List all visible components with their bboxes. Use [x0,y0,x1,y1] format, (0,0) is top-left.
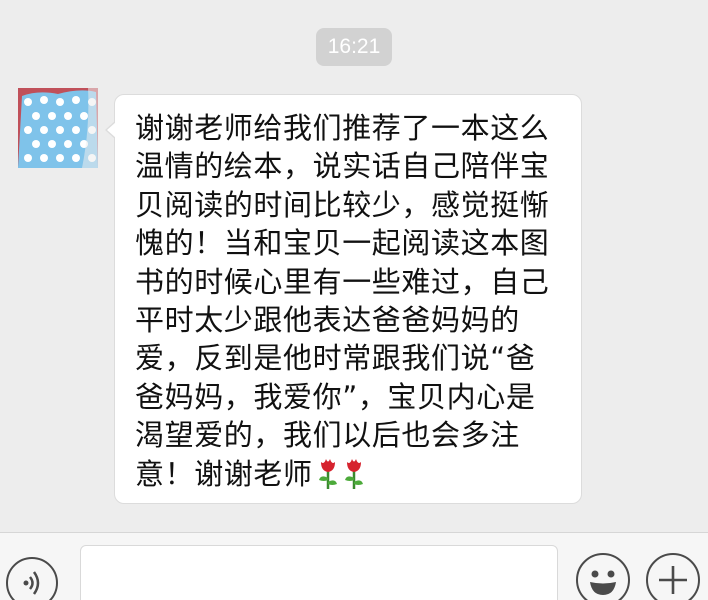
smiley-icon [590,570,616,595]
message-bubble[interactable]: 谢谢老师给我们推荐了一本这么 温情的绘本，说实话自己陪伴宝 贝阅读的时间比较少，… [105,94,582,504]
emoji-button[interactable] [576,553,630,600]
plus-icon [659,566,687,594]
more-button[interactable] [646,553,700,600]
avatar[interactable] [18,88,98,168]
voice-icon [23,571,40,595]
rose-icon [317,456,339,490]
polka-dot-avatar-icon [18,88,98,168]
message-input[interactable] [80,545,558,600]
input-bar [0,532,708,600]
message-body: 谢谢老师给我们推荐了一本这么 温情的绘本，说实话自己陪伴宝 贝阅读的时间比较少，… [135,111,550,491]
rose-icon [343,456,365,490]
message-timestamp: 16:21 [316,28,392,66]
voice-button[interactable] [6,557,58,600]
message-text: 谢谢老师给我们推荐了一本这么 温情的绘本，说实话自己陪伴宝 贝阅读的时间比较少，… [135,109,567,493]
chat-screen: 16:21 谢谢老师给我们推荐了一本这么 温情的绘本，说实话自己陪伴宝 贝阅读的… [0,0,708,600]
